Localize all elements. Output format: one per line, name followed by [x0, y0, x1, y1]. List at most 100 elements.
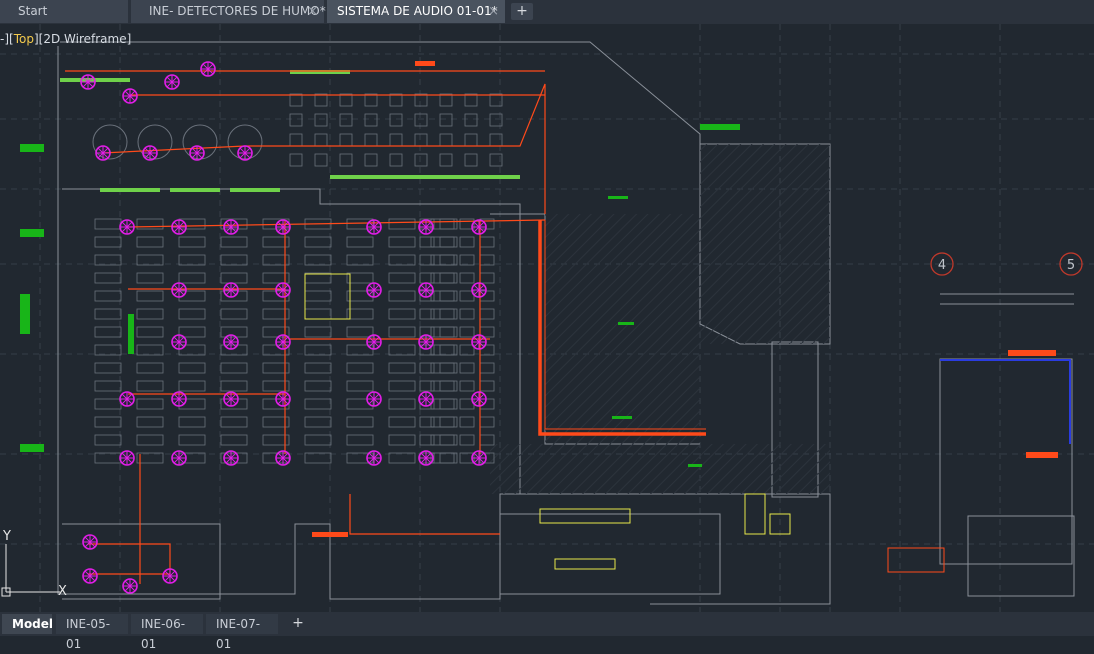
label-block [700, 124, 740, 130]
speaker-icon[interactable] [223, 282, 239, 298]
speaker-icon[interactable] [171, 391, 187, 407]
speaker-icon[interactable] [82, 568, 98, 584]
chair [439, 153, 453, 167]
speaker-icon[interactable] [418, 282, 434, 298]
desk [430, 416, 458, 428]
speaker-icon[interactable] [418, 391, 434, 407]
speaker-icon[interactable] [418, 219, 434, 235]
speaker-icon[interactable] [171, 334, 187, 350]
chair [339, 133, 353, 147]
speaker-icon[interactable] [223, 334, 239, 350]
visual-style-menu[interactable]: 2D Wireframe [43, 32, 126, 46]
speaker-icon[interactable] [82, 534, 98, 550]
speaker-icon[interactable] [275, 391, 291, 407]
speaker-icon[interactable] [122, 578, 138, 594]
speaker-icon[interactable] [366, 282, 382, 298]
speaker-icon[interactable] [162, 568, 178, 584]
speaker-icon[interactable] [119, 450, 135, 466]
speaker-icon[interactable] [366, 219, 382, 235]
desk [94, 236, 122, 248]
desk [304, 344, 332, 356]
desk [419, 362, 435, 374]
equipment-block [1008, 350, 1056, 356]
add-layout-button[interactable]: + [289, 615, 307, 633]
grid-bubble-label: 5 [1067, 258, 1075, 273]
desk [346, 362, 374, 374]
speaker-icon[interactable] [275, 219, 291, 235]
desk [430, 380, 458, 392]
close-icon[interactable]: × [488, 0, 499, 23]
audio-cable [101, 83, 546, 214]
desk [439, 380, 455, 392]
label-block [612, 416, 632, 419]
speaker-icon[interactable] [223, 219, 239, 235]
speaker-icon[interactable] [80, 74, 96, 90]
layout-tab-ine-05-01[interactable]: INE-05-01 [56, 614, 128, 651]
speaker-icon[interactable] [164, 74, 180, 90]
layout-tab-model[interactable]: Model [2, 614, 53, 634]
speaker-icon[interactable] [119, 219, 135, 235]
chair [414, 133, 428, 147]
speaker-icon[interactable] [223, 391, 239, 407]
speaker-icon[interactable] [95, 145, 111, 161]
speaker-icon[interactable] [275, 450, 291, 466]
speaker-icon[interactable] [275, 334, 291, 350]
equipment-block [1026, 452, 1058, 458]
chair [389, 113, 403, 127]
speaker-layer [80, 61, 487, 594]
desk [220, 272, 248, 284]
speaker-icon[interactable] [223, 450, 239, 466]
view-cube-menu[interactable]: Top [14, 32, 34, 46]
viewport-control-bracket: ][ [33, 32, 44, 46]
chair [364, 133, 378, 147]
speaker-icon[interactable] [366, 391, 382, 407]
drawing-canvas[interactable]: Y X 4 5 [0, 24, 1094, 612]
layout-tab-ine-06-01[interactable]: INE-06-01 [131, 614, 203, 651]
speaker-icon[interactable] [171, 450, 187, 466]
speaker-icon[interactable] [471, 219, 487, 235]
tab-start[interactable]: Start [0, 0, 128, 23]
close-icon[interactable]: × [307, 0, 318, 23]
desk [94, 290, 122, 302]
desk [479, 272, 495, 284]
speaker-icon[interactable] [471, 282, 487, 298]
speaker-icon[interactable] [366, 334, 382, 350]
desk [178, 236, 206, 248]
desk [479, 434, 495, 446]
desk [220, 416, 248, 428]
new-tab-button[interactable]: + [511, 3, 533, 20]
desk [459, 236, 475, 248]
speaker-icon[interactable] [471, 450, 487, 466]
speaker-icon[interactable] [366, 450, 382, 466]
tab-detectores-de-humo[interactable]: INE- DETECTORES DE HUMO* × [131, 0, 326, 23]
desk [430, 344, 458, 356]
desk [439, 290, 455, 302]
speaker-icon[interactable] [418, 450, 434, 466]
layout-tab-ine-07-01[interactable]: INE-07-01 [206, 614, 278, 651]
desk [136, 380, 164, 392]
speaker-icon[interactable] [200, 61, 216, 77]
desk [419, 380, 435, 392]
drawing-viewport[interactable]: Y X 4 5 -][Top][2D Wireframe] [0, 24, 1094, 612]
viewport-controls[interactable]: -][Top][2D Wireframe] [0, 32, 131, 46]
speaker-icon[interactable] [122, 88, 138, 104]
speaker-icon[interactable] [237, 145, 253, 161]
speaker-icon[interactable] [189, 145, 205, 161]
speaker-icon[interactable] [471, 334, 487, 350]
tab-sistema-de-audio[interactable]: SISTEMA DE AUDIO 01-01* × [327, 0, 505, 23]
speaker-icon[interactable] [171, 282, 187, 298]
desk [94, 434, 122, 446]
desk [304, 326, 332, 338]
chair [389, 133, 403, 147]
speaker-icon[interactable] [119, 391, 135, 407]
speaker-icon[interactable] [418, 334, 434, 350]
speaker-icon[interactable] [275, 282, 291, 298]
speaker-icon[interactable] [171, 219, 187, 235]
desk [388, 362, 416, 374]
desk [136, 434, 164, 446]
speaker-icon[interactable] [471, 391, 487, 407]
speaker-icon[interactable] [142, 145, 158, 161]
chair [439, 113, 453, 127]
equipment-outline [744, 493, 766, 535]
desk [220, 254, 248, 266]
